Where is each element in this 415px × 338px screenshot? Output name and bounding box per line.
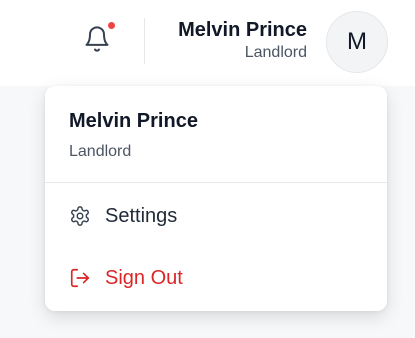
user-menu-trigger[interactable]: Melvin Prince Landlord — [178, 17, 307, 63]
dropdown-divider — [45, 182, 387, 183]
avatar[interactable]: M — [326, 11, 388, 73]
gear-icon — [69, 205, 91, 227]
dropdown-user-role: Landlord — [69, 143, 132, 160]
settings-label: Settings — [105, 205, 178, 227]
user-dropdown-menu: Melvin Prince Landlord Settings Sign Out — [45, 86, 387, 311]
top-header: Melvin Prince Landlord M — [0, 0, 415, 86]
header-divider — [144, 18, 145, 64]
header-user-role: Landlord — [244, 44, 307, 61]
dropdown-user-name: Melvin Prince — [69, 110, 198, 132]
notification-dot — [106, 20, 117, 31]
sign-out-label: Sign Out — [105, 267, 183, 289]
dropdown-user-info: Melvin Prince Landlord — [45, 86, 387, 182]
sign-out-icon — [69, 267, 91, 289]
settings-menu-item[interactable]: Settings — [45, 185, 387, 247]
header-user-name: Melvin Prince — [178, 19, 307, 41]
sign-out-menu-item[interactable]: Sign Out — [45, 247, 387, 309]
